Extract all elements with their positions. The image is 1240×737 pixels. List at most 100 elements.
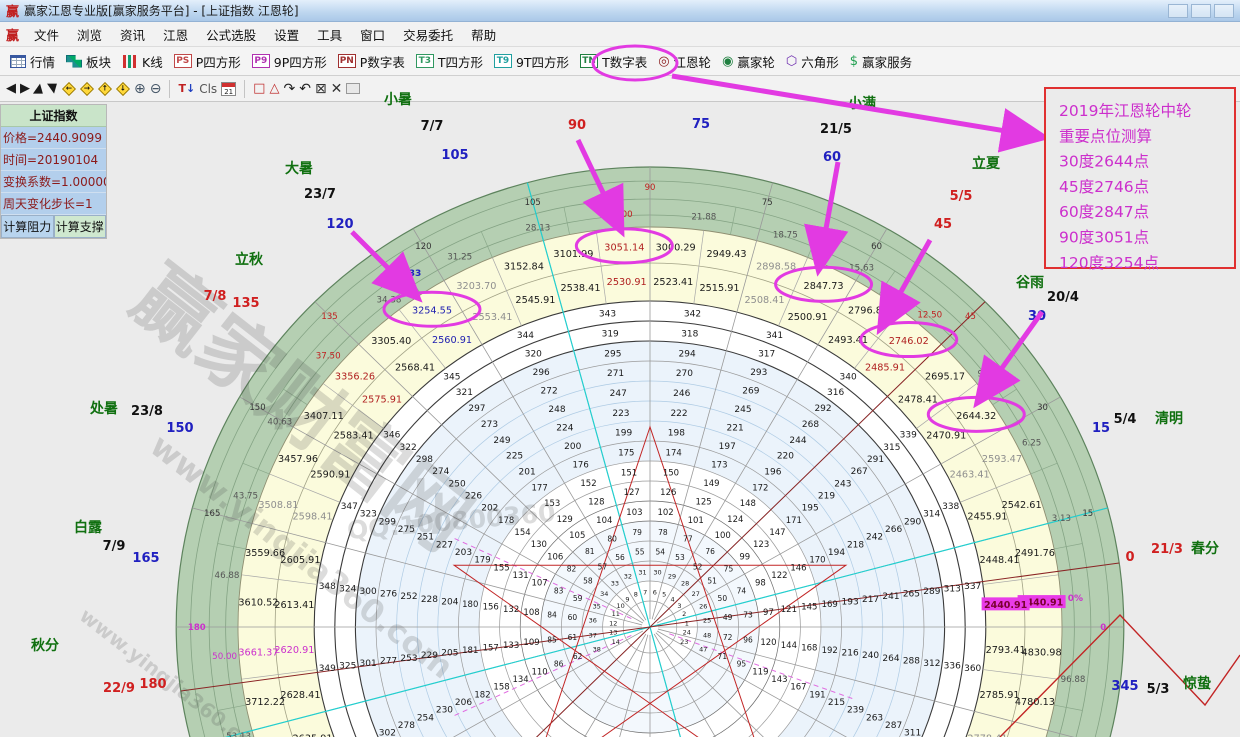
svg-text:271: 271 bbox=[607, 369, 624, 379]
gann-wheel-icon: ◎ bbox=[658, 55, 669, 68]
menu-item-3[interactable]: 江恩 bbox=[154, 22, 197, 47]
hexagon-icon: ⬡ bbox=[786, 55, 797, 68]
menu-item-1[interactable]: 浏览 bbox=[68, 22, 111, 47]
nav-up-button[interactable]: ▲ bbox=[32, 81, 45, 96]
kline-candles-button[interactable]: K线 bbox=[117, 50, 168, 73]
calc-resistance-button[interactable]: 计算阻力 bbox=[1, 215, 54, 238]
svg-text:295: 295 bbox=[604, 349, 621, 359]
winner-wheel-button[interactable]: ◉赢家轮 bbox=[717, 50, 780, 73]
calendar-button[interactable]: 21 bbox=[221, 82, 236, 96]
svg-text:228: 228 bbox=[421, 595, 438, 605]
svg-text:5/3: 5/3 bbox=[1147, 682, 1170, 697]
close-button[interactable] bbox=[1214, 4, 1234, 18]
svg-text:2613.41: 2613.41 bbox=[274, 600, 314, 611]
dollar-icon: $ bbox=[850, 55, 858, 68]
svg-text:97: 97 bbox=[763, 608, 774, 618]
svg-text:290: 290 bbox=[904, 517, 921, 527]
menu-item-0[interactable]: 文件 bbox=[25, 22, 68, 47]
menu-item-5[interactable]: 设置 bbox=[265, 22, 308, 47]
svg-text:242: 242 bbox=[866, 533, 883, 543]
rect-tool-button[interactable]: □ bbox=[253, 81, 265, 96]
p9-badge-button[interactable]: P99P四方形 bbox=[247, 50, 332, 73]
svg-text:2508.41: 2508.41 bbox=[745, 295, 785, 306]
calc-support-button[interactable]: 计算支撑 bbox=[54, 215, 107, 238]
svg-text:274: 274 bbox=[432, 467, 449, 477]
svg-text:300: 300 bbox=[360, 587, 377, 597]
svg-text:33: 33 bbox=[611, 580, 619, 588]
svg-text:128: 128 bbox=[588, 497, 604, 507]
svg-text:180: 180 bbox=[188, 623, 206, 633]
info-row-3: 周天变化步长=1 bbox=[1, 193, 106, 215]
ps-badge-button[interactable]: PSP四方形 bbox=[169, 50, 246, 73]
svg-text:www.yingjia360.com: www.yingjia360.com bbox=[143, 427, 460, 687]
svg-text:3.13: 3.13 bbox=[1052, 514, 1071, 524]
step-up-button[interactable]: ↑ bbox=[98, 82, 112, 96]
svg-text:345: 345 bbox=[1111, 679, 1138, 694]
market-grid-button[interactable]: 行情 bbox=[5, 50, 60, 73]
svg-text:2898.58: 2898.58 bbox=[756, 262, 796, 273]
step-right-button[interactable]: → bbox=[80, 82, 94, 96]
svg-text:155: 155 bbox=[493, 563, 509, 573]
t-down-button[interactable]: T↓ bbox=[178, 82, 195, 95]
sector-blocks-button[interactable]: 板块 bbox=[61, 50, 116, 73]
menu-item-8[interactable]: 交易委托 bbox=[394, 22, 462, 47]
t9-badge-button[interactable]: T99T四方形 bbox=[489, 50, 574, 73]
svg-text:220: 220 bbox=[777, 452, 794, 462]
svg-text:265: 265 bbox=[903, 590, 920, 600]
tn-badge-button[interactable]: TNT数字表 bbox=[575, 50, 652, 73]
svg-text:176: 176 bbox=[573, 460, 589, 470]
delete-box-button[interactable]: ⊠ bbox=[315, 81, 327, 97]
menu-item-7[interactable]: 窗口 bbox=[351, 22, 394, 47]
gann-wheel-canvas[interactable]: 1234567891011121314232425262728293031323… bbox=[0, 0, 1240, 737]
svg-text:3000.29: 3000.29 bbox=[656, 242, 696, 253]
cls-button[interactable]: Cls bbox=[199, 82, 217, 96]
svg-text:105: 105 bbox=[525, 198, 541, 208]
index-name: 上证指数 bbox=[1, 105, 106, 127]
svg-text:2500.91: 2500.91 bbox=[788, 312, 828, 323]
step-down-button[interactable]: ↓ bbox=[116, 82, 130, 96]
rotate-cw-button[interactable]: ↷ bbox=[283, 81, 295, 97]
svg-text:52: 52 bbox=[693, 563, 703, 572]
svg-text:45: 45 bbox=[965, 312, 976, 322]
t3-badge-button[interactable]: T3T四方形 bbox=[411, 50, 488, 73]
menu-item-6[interactable]: 工具 bbox=[308, 22, 351, 47]
triangle-tool-button[interactable]: △ bbox=[269, 81, 279, 96]
svg-text:276: 276 bbox=[380, 590, 397, 600]
cross-tool-button[interactable]: ✕ bbox=[331, 81, 343, 97]
pn-badge-button[interactable]: PNP数字表 bbox=[333, 50, 410, 73]
maximize-button[interactable] bbox=[1191, 4, 1211, 18]
svg-text:6.25: 6.25 bbox=[1022, 438, 1041, 448]
svg-text:3: 3 bbox=[677, 602, 681, 610]
svg-text:0: 0 bbox=[1125, 550, 1134, 565]
key-level-line: 90度3051点 bbox=[1059, 229, 1149, 247]
nav-down-button[interactable]: ▼ bbox=[46, 81, 59, 96]
menu-item-2[interactable]: 资讯 bbox=[111, 22, 154, 47]
svg-text:177: 177 bbox=[532, 483, 548, 493]
svg-text:145: 145 bbox=[801, 603, 817, 613]
svg-text:169: 169 bbox=[822, 600, 838, 610]
nav-left-button[interactable]: ◀ bbox=[6, 81, 16, 96]
hexagon-button[interactable]: ⬡六角形 bbox=[781, 50, 844, 73]
svg-text:288: 288 bbox=[903, 656, 920, 666]
svg-text:72: 72 bbox=[723, 633, 733, 642]
nav-right-button[interactable]: ▶ bbox=[20, 81, 30, 96]
svg-text:78: 78 bbox=[658, 528, 668, 537]
svg-text:2478.41: 2478.41 bbox=[898, 394, 938, 405]
svg-text:58: 58 bbox=[583, 577, 593, 586]
svg-text:75: 75 bbox=[724, 565, 734, 574]
step-left-button[interactable]: ← bbox=[62, 82, 76, 96]
zoom-in-button[interactable]: ⊕ bbox=[134, 81, 146, 97]
svg-text:246: 246 bbox=[673, 389, 690, 399]
gann-wheel-button[interactable]: ◎江恩轮 bbox=[653, 50, 716, 73]
svg-text:21/5: 21/5 bbox=[820, 122, 852, 137]
menu-item-9[interactable]: 帮助 bbox=[462, 22, 505, 47]
zoom-out-button[interactable]: ⊖ bbox=[150, 81, 162, 97]
dollar-button[interactable]: $赢家服务 bbox=[845, 50, 917, 73]
pn-badge-label: P数字表 bbox=[360, 52, 405, 71]
rotate-ccw-button[interactable]: ↶ bbox=[299, 81, 311, 97]
minimize-button[interactable] bbox=[1168, 4, 1188, 18]
annotation-arrow bbox=[352, 232, 412, 292]
svg-text:11: 11 bbox=[612, 610, 620, 618]
svg-text:125: 125 bbox=[695, 497, 711, 507]
menu-item-4[interactable]: 公式选股 bbox=[197, 22, 265, 47]
